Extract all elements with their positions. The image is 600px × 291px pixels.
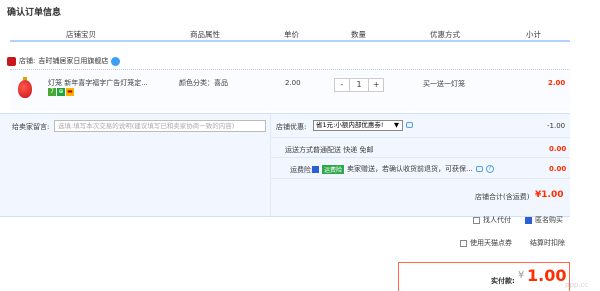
col-header-unit-price: 单价 (284, 30, 299, 39)
seven-day-return-icon[interactable]: 7 (48, 88, 56, 96)
shop-name-link[interactable]: 吉时铺居家日用旗舰店 (38, 56, 108, 66)
col-header-discount: 优惠方式 (430, 30, 460, 39)
shop-discount-label: 店铺优惠: (276, 123, 307, 131)
tmall-points-option[interactable]: 使用天猫点券 (460, 238, 512, 248)
col-header-subtotal: 小计 (526, 30, 541, 39)
shipping-method: 普通配送 快递 免邮 (313, 146, 374, 154)
row-divider (270, 178, 570, 179)
shipping-amount: 0.00 (549, 145, 567, 153)
row-divider (270, 137, 570, 138)
tmall-points-checkbox[interactable] (460, 239, 467, 247)
unit-price: 2.00 (285, 79, 301, 87)
row-divider (270, 157, 570, 158)
insurance-label: 运费险: (290, 166, 314, 174)
anonymous-label: 匿名购买 (535, 216, 563, 224)
header-divider (10, 40, 570, 42)
anonymous-option[interactable]: 匿名购买 (525, 215, 563, 225)
insurance-row: 运费险 卖家赠送，若确认收货前退货，可获保... ? (312, 164, 494, 174)
quantity-stepper: - 1 + (334, 78, 384, 92)
insurance-comment-icon[interactable] (475, 166, 483, 172)
substitute-pay-label: 找人代付 (483, 216, 511, 224)
message-label: 给卖家留言: (12, 123, 50, 131)
final-payment-label: 实付款: (491, 277, 515, 285)
shop-row: 店铺: 吉时铺居家日用旗舰店 (7, 55, 121, 67)
substitute-pay-option[interactable]: 找人代付 (473, 215, 511, 225)
seller-message-input[interactable]: 选填:填写本次交易的说明(建议填写已和卖家协商一致的内容) (54, 120, 266, 132)
invoice-icon[interactable]: ▬ (66, 88, 74, 96)
shop-label: 店铺: (19, 57, 36, 65)
order-item-row (10, 69, 570, 111)
panel-divider (270, 113, 271, 217)
promo-text: 买一送一灯笼 (423, 80, 465, 88)
substitute-pay-checkbox[interactable] (473, 216, 480, 224)
item-subtotal: 2.00 (548, 79, 566, 87)
col-header-quantity: 数量 (351, 30, 366, 39)
service-badges: 7 ⊕ ▬ (48, 88, 74, 96)
chevron-down-icon: ▼ (394, 121, 399, 129)
wangwang-chat-icon[interactable] (111, 56, 121, 66)
discount-comment-icon[interactable] (406, 122, 413, 128)
final-payment-amount: 1.00 (527, 266, 567, 285)
shop-icon (7, 56, 16, 66)
shop-discount-select[interactable]: 省1元:小额内部优惠劵! ▼ (313, 120, 403, 131)
insurance-tag: 运费险 (322, 164, 345, 174)
page-title: 确认订单信息 (7, 8, 62, 18)
shop-total-label: 店铺合计(含运费) (475, 193, 530, 201)
qty-plus-button[interactable]: + (369, 79, 383, 91)
shop-total-amount: ¥1.00 (535, 190, 564, 200)
shipping-label: 运送方式: (285, 146, 316, 154)
insurance-amount: 0.00 (549, 165, 567, 173)
col-header-shop-item: 店铺宝贝 (66, 30, 96, 39)
product-name-link[interactable]: 灯笼 新年喜字福字广告灯笼定... (48, 78, 176, 88)
anonymous-checkbox[interactable] (525, 216, 532, 224)
tmall-points-label: 使用天猫点券 (470, 239, 512, 247)
deduct-at-checkout-text: 结算时扣除 (530, 239, 565, 247)
watermark: ppp.cc (565, 281, 589, 289)
help-icon[interactable]: ? (485, 165, 494, 173)
guarantee-icon[interactable]: ⊕ (57, 88, 65, 96)
shop-discount-amount: -1.00 (547, 122, 566, 130)
col-header-attributes: 商品属性 (190, 30, 220, 39)
insurance-text: 卖家赠送，若确认收货前退货，可获保... (347, 165, 473, 173)
qty-minus-button[interactable]: - (335, 79, 349, 91)
currency-symbol: ¥ (518, 270, 525, 281)
insurance-checkbox[interactable] (312, 165, 319, 173)
shop-discount-value: 省1元:小额内部优惠劵! (316, 121, 384, 129)
product-attribute: 颜色分类：喜品 (179, 79, 228, 87)
product-thumbnail[interactable] (18, 80, 32, 98)
qty-input[interactable]: 1 (348, 79, 370, 91)
